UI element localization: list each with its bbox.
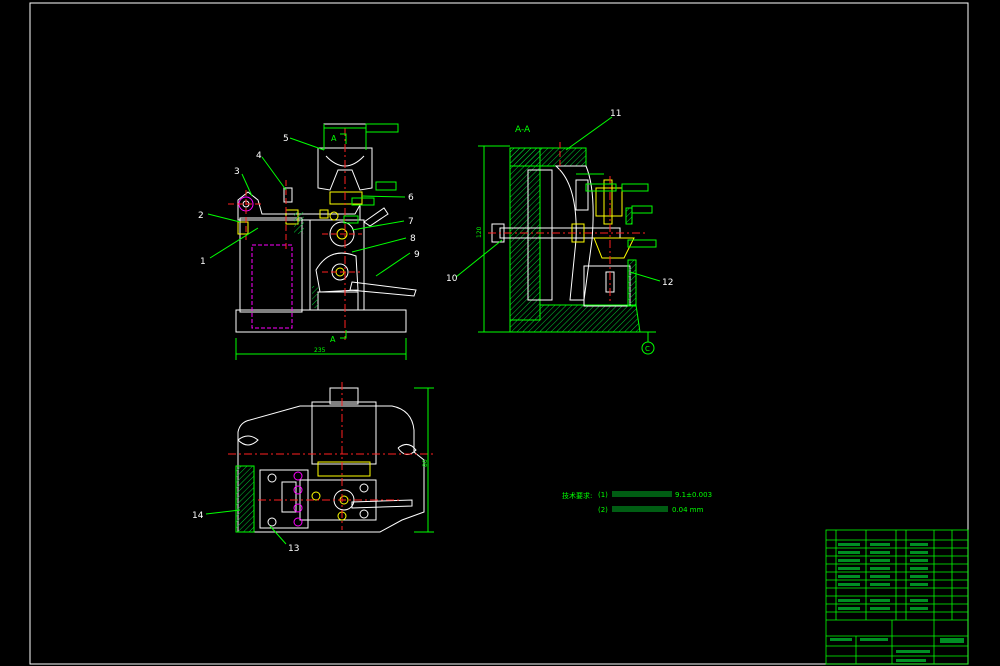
- note-1-tail: 9.1±0.003: [675, 491, 712, 499]
- notes-heading: 技术要求:: [562, 491, 592, 500]
- datum-c-label: C: [645, 345, 650, 353]
- balloon-2: 2: [198, 211, 204, 221]
- note-2-num: (2): [598, 506, 608, 514]
- section-body: [509, 147, 541, 321]
- left-block: [239, 217, 303, 313]
- left-pocket: [251, 244, 293, 329]
- section-title: A-A: [515, 125, 531, 135]
- drawing-frame: [29, 2, 969, 665]
- top-outline: [237, 405, 425, 533]
- balloon-11: 11: [610, 109, 621, 119]
- dim-80: 80: [422, 459, 429, 467]
- cam-lever: [315, 252, 359, 293]
- base-plate: [235, 309, 407, 333]
- balloon-10: 10: [446, 274, 458, 284]
- title-block: [825, 529, 969, 665]
- top-view: 80: [228, 382, 434, 533]
- section-view-a-a: A-A 120 C: [476, 125, 657, 355]
- dim-235: 235: [314, 347, 326, 354]
- balloon-9: 9: [414, 250, 420, 260]
- balloon-8: 8: [410, 234, 416, 244]
- section-leaders: [455, 116, 661, 282]
- balloon-6: 6: [408, 193, 414, 203]
- balloon-5: 5: [283, 134, 289, 144]
- balloon-14: 14: [192, 511, 204, 521]
- balloon-13: 13: [288, 544, 299, 554]
- pin-4: [283, 187, 293, 203]
- handle: [349, 281, 417, 297]
- technical-notes: 技术要求: (1) 9.1±0.003 (2) 0.04 mm: [562, 491, 712, 514]
- balloon-3: 3: [234, 167, 240, 177]
- title-block-marks: [830, 543, 964, 662]
- section-mark-bottom: A: [330, 335, 336, 344]
- section-mark-top: A: [331, 134, 337, 143]
- note-1-num: (1): [598, 491, 608, 499]
- top-head-block: [311, 401, 377, 465]
- balloon-12: 12: [662, 278, 673, 288]
- dim-120: 120: [476, 226, 483, 238]
- note-2-tail: 0.04 mm: [672, 506, 704, 514]
- balloon-7: 7: [408, 217, 414, 227]
- cad-drawing-canvas: 235 A A A-A 120 C 80 1 2 3 4 5 6 7 8 9 1…: [29, 2, 969, 665]
- balloon-1: 1: [200, 257, 206, 267]
- balloon-4: 4: [256, 151, 262, 161]
